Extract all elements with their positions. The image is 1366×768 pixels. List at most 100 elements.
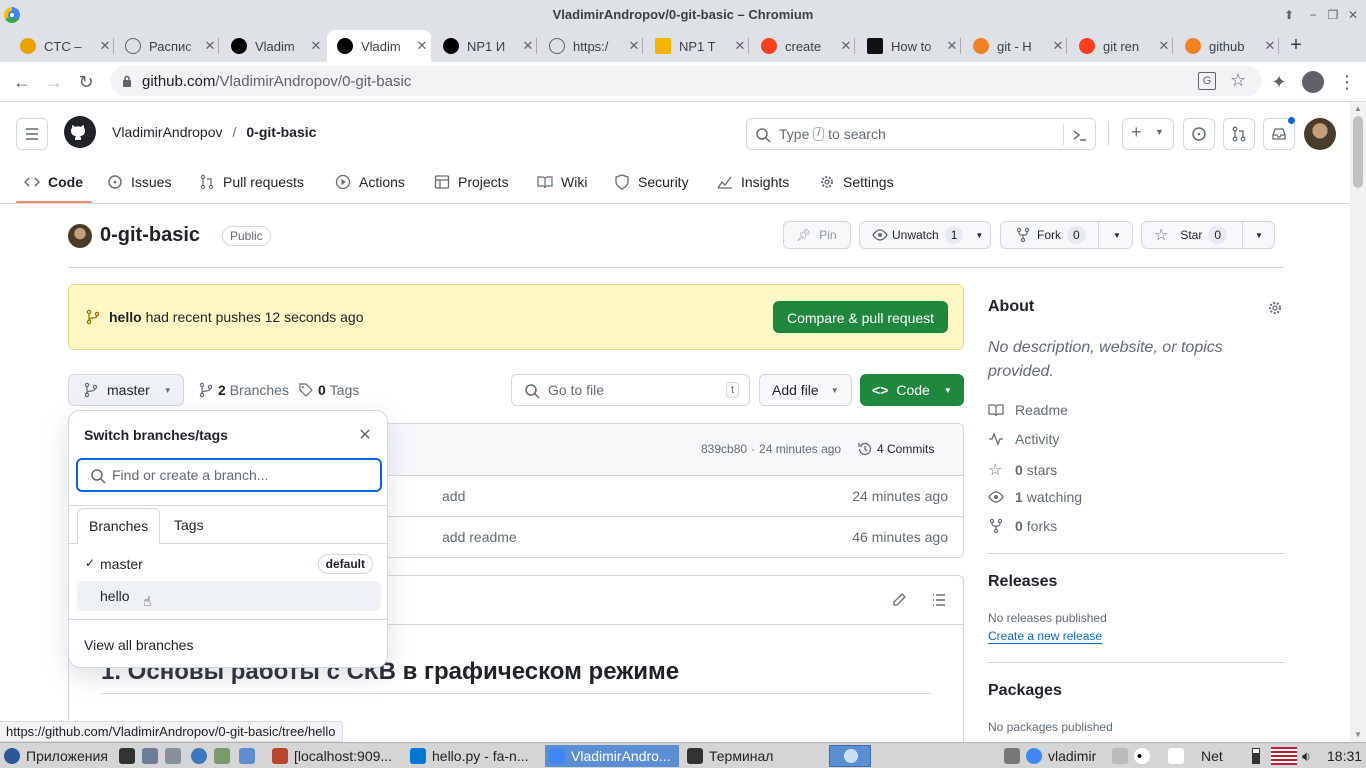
gear-icon[interactable]	[1267, 300, 1283, 316]
close-window-icon[interactable]: ✕	[1346, 8, 1360, 22]
extensions-icon[interactable]: ✦	[1268, 71, 1290, 93]
add-file-button[interactable]: Add file ▼	[759, 374, 852, 406]
nav-tab-code[interactable]: Code	[24, 166, 83, 198]
keyboard-layout-flag-icon[interactable]	[1271, 745, 1299, 767]
tab-close-icon[interactable]: ✕	[625, 38, 643, 54]
star-caret-icon[interactable]: ▼	[1255, 231, 1263, 240]
window-mini-icon[interactable]	[1112, 748, 1128, 764]
taskbar-item-chromium[interactable]: VladimirAndro...	[545, 745, 679, 767]
go-to-file-input[interactable]: Go to file t	[511, 374, 750, 406]
readme-link[interactable]: Readme	[988, 402, 1068, 418]
taskbar-item-localhost[interactable]: [localhost:909...	[268, 745, 402, 767]
lock-icon[interactable]	[122, 75, 132, 87]
stars-link[interactable]: ☆ 0 stars	[988, 460, 1057, 480]
nav-tab-settings[interactable]: Settings	[819, 166, 894, 198]
quicklaunch-files-icon[interactable]	[142, 745, 158, 767]
owner-link[interactable]: VladimirAndropov	[112, 124, 223, 140]
fork-caret-icon[interactable]: ▼	[1113, 231, 1121, 240]
maximize-icon[interactable]: ❐	[1326, 8, 1340, 22]
taskbar-item-terminal[interactable]: Терминал	[683, 745, 823, 767]
tab-2[interactable]: Vladim ✕	[221, 30, 325, 62]
chrome-menu-icon[interactable]: ⋮	[1336, 71, 1358, 93]
tab-close-icon[interactable]: ✕	[1261, 38, 1279, 54]
scroll-up-arrow-icon[interactable]: ▲	[1354, 104, 1362, 113]
repo-owner-avatar[interactable]	[68, 224, 92, 248]
github-logo-icon[interactable]	[64, 116, 96, 148]
edit-pencil-icon[interactable]	[891, 592, 907, 608]
profile-avatar-icon[interactable]	[1302, 71, 1324, 93]
window-up-icon[interactable]: ⬆	[1282, 8, 1296, 22]
view-all-branches-link[interactable]: View all branches	[84, 637, 193, 653]
repo-title[interactable]: 0-git-basic	[100, 224, 200, 247]
search-input[interactable]: Type / to search	[746, 118, 1096, 150]
quicklaunch-app-icon[interactable]	[214, 745, 230, 767]
tab-6[interactable]: NP1 T ✕	[645, 30, 749, 62]
tab-tags[interactable]: Tags	[174, 517, 204, 533]
tab-8[interactable]: How to ✕	[857, 30, 961, 62]
tab-close-icon[interactable]: ✕	[201, 38, 219, 54]
star-button[interactable]: ☆ Star 0 ▼	[1141, 221, 1275, 249]
tab-9[interactable]: git - H ✕	[963, 30, 1067, 62]
workspace-switcher[interactable]	[829, 745, 871, 767]
pushed-branch-name[interactable]: hello	[109, 309, 142, 325]
quicklaunch-home-icon[interactable]	[239, 745, 255, 767]
new-tab-icon[interactable]: +	[1286, 35, 1306, 55]
tab-close-icon[interactable]: ✕	[943, 38, 961, 54]
compare-pull-request-button[interactable]: Compare & pull request	[773, 301, 948, 333]
quicklaunch-folder-icon[interactable]	[165, 745, 181, 767]
tab-close-icon[interactable]: ✕	[837, 38, 855, 54]
issues-icon[interactable]	[1183, 118, 1215, 150]
tab-close-icon[interactable]: ✕	[1049, 38, 1067, 54]
tab-3[interactable]: Vladim ✕	[327, 30, 431, 62]
apps-menu-button[interactable]: Приложения	[4, 745, 116, 767]
code-button[interactable]: <> Code ▼	[860, 374, 964, 406]
nav-tab-security[interactable]: Security	[614, 166, 689, 198]
file-commit-message[interactable]: add readme	[442, 529, 517, 545]
branch-option-hello[interactable]: hello	[77, 581, 381, 611]
pin-button[interactable]: 📌︎ Pin	[783, 221, 851, 249]
bookmark-star-icon[interactable]: ☆	[1230, 70, 1246, 91]
nav-tab-insights[interactable]: Insights	[717, 166, 789, 198]
nav-tab-wiki[interactable]: Wiki	[537, 166, 587, 198]
commit-hash[interactable]: 839cb80	[701, 442, 747, 456]
activity-link[interactable]: Activity	[988, 431, 1059, 447]
tab-close-icon[interactable]: ✕	[413, 38, 431, 54]
translate-icon[interactable]: G	[1198, 72, 1216, 90]
outline-list-icon[interactable]	[931, 592, 947, 608]
back-icon[interactable]: ←	[11, 71, 33, 93]
tab-close-icon[interactable]: ✕	[519, 38, 537, 54]
tab-branches[interactable]: Branches	[77, 508, 160, 544]
branch-search-input[interactable]: Find or create a branch...	[76, 458, 382, 492]
pull-requests-icon[interactable]	[1223, 118, 1255, 150]
tab-close-icon[interactable]: ✕	[1155, 38, 1173, 54]
repo-link[interactable]: 0-git-basic	[246, 124, 316, 140]
branches-link[interactable]: 2 Branches	[198, 382, 289, 398]
create-release-link[interactable]: Create a new release	[988, 629, 1103, 644]
tab-7[interactable]: create ✕	[751, 30, 855, 62]
forward-icon[interactable]: →	[43, 71, 65, 93]
tags-link[interactable]: 0 Tags	[298, 382, 359, 398]
tab-1[interactable]: Распис ✕	[115, 30, 219, 62]
tab-close-icon[interactable]: ✕	[96, 38, 114, 54]
nav-tab-pull-requests[interactable]: Pull requests	[199, 166, 304, 198]
quicklaunch-terminal-icon[interactable]	[119, 745, 135, 767]
forks-link[interactable]: 0 forks	[988, 518, 1057, 534]
unwatch-button[interactable]: Unwatch 1 ▼	[859, 221, 991, 249]
tab-close-icon[interactable]: ✕	[731, 38, 749, 54]
nav-tab-issues[interactable]: Issues	[107, 166, 171, 198]
branch-option-master[interactable]: ✓ master default	[77, 549, 381, 579]
nav-tab-actions[interactable]: Actions	[335, 166, 405, 198]
file-commit-message[interactable]: add	[442, 488, 465, 504]
scroll-down-arrow-icon[interactable]: ▼	[1354, 730, 1362, 739]
watching-link[interactable]: 1 watching	[988, 489, 1082, 505]
tab-5[interactable]: https:/ ✕	[539, 30, 643, 62]
page-scrollbar[interactable]: ▲ ▼	[1350, 102, 1366, 742]
commits-link[interactable]: 4 Commits	[857, 441, 934, 457]
tab-10[interactable]: git ren ✕	[1069, 30, 1173, 62]
tab-0[interactable]: CTC – ✕	[10, 30, 114, 62]
inbox-icon[interactable]	[1263, 116, 1296, 150]
tab-4[interactable]: NP1 И ✕	[433, 30, 537, 62]
address-bar[interactable]: github.com/VladimirAndropov/0-git-basic …	[110, 66, 1262, 96]
packages-title[interactable]: Packages	[988, 682, 1062, 700]
tray-browser-icon[interactable]	[1026, 748, 1042, 764]
